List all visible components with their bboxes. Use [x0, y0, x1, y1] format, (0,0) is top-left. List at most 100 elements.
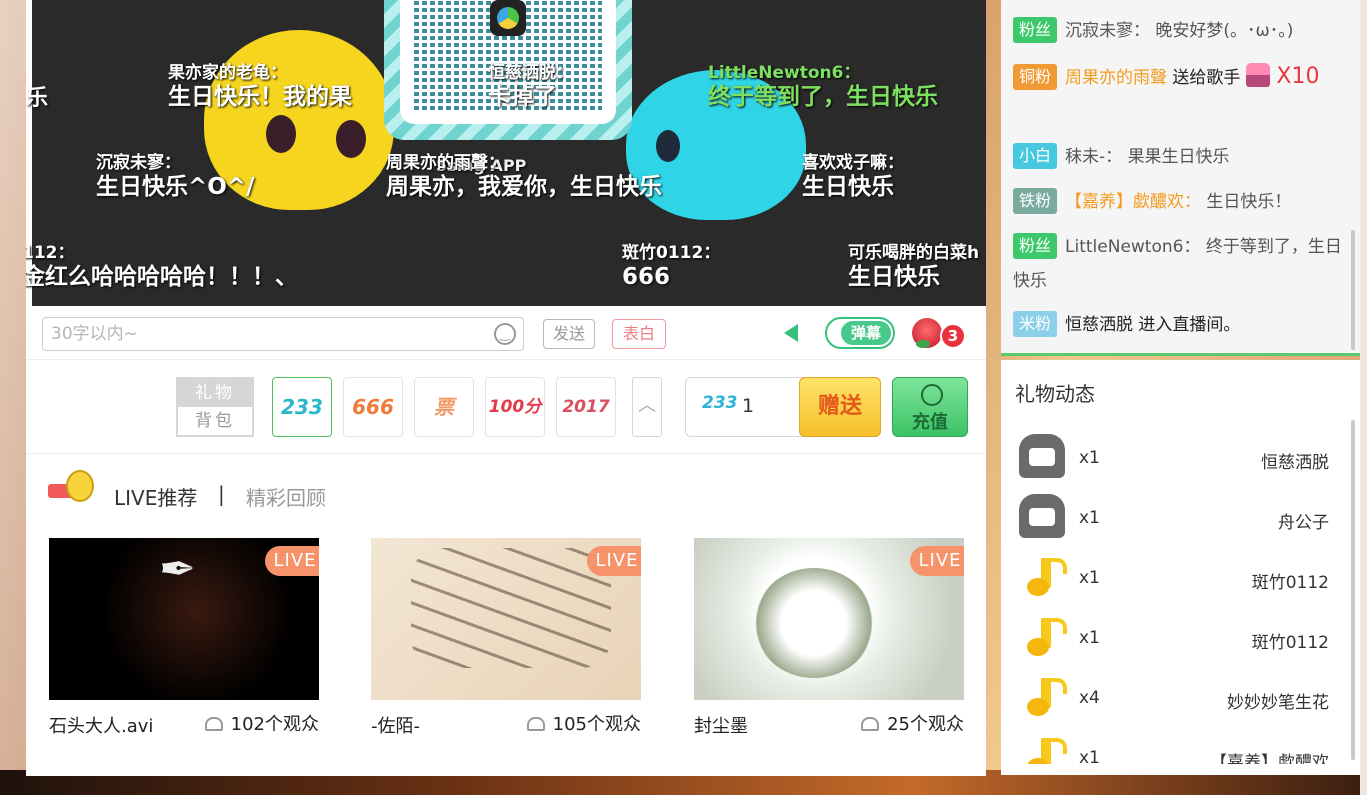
chat-input-bar: ‿ 发送 表白 弹幕 3: [26, 306, 986, 360]
gift-sender[interactable]: 舟公子: [1278, 508, 1329, 533]
emoji-icon[interactable]: ‿: [494, 323, 516, 345]
gift-sender[interactable]: 妙妙妙笔生花: [1227, 688, 1329, 713]
card-thumbnail[interactable]: LIVE: [694, 538, 964, 700]
chat-text: 晚安好梦(。･ω･。): [1155, 21, 1294, 41]
live-card[interactable]: LIVE -佐陌- 105个观众: [371, 538, 641, 737]
live-badge: LIVE: [910, 546, 964, 576]
chat-user[interactable]: 秣未-：: [1065, 147, 1122, 167]
gift-sender[interactable]: 斑竹0112: [1252, 628, 1329, 653]
chat-scrollbar[interactable]: [1351, 230, 1355, 350]
app-logo-icon: [490, 0, 526, 36]
thumbnail-flowers: [754, 568, 874, 678]
mascot-eye: [336, 120, 366, 158]
live-card[interactable]: ✒ LIVE 石头大人.avi 102个观众: [49, 538, 319, 737]
gift-item[interactable]: 100分: [485, 377, 545, 437]
card-viewers: 25个观众: [861, 710, 964, 736]
cake-gift-icon: [1246, 63, 1271, 87]
chat-message: 粉丝 沉寂未寥： 晚安好梦(。･ω･。): [1013, 14, 1343, 48]
gift-sender[interactable]: 斑竹0112: [1252, 568, 1329, 593]
chat-user[interactable]: 沉寂未寥：: [1065, 21, 1150, 41]
quantity-input[interactable]: [742, 395, 792, 417]
gift-feed-row: x1 【嘉养】歔醲欢: [1001, 724, 1341, 764]
chat-panel: 粉丝 沉寂未寥： 晚安好梦(。･ω･。) 铜粉 周果亦的雨聲 送给歌手 X10 小白秣…: [1001, 0, 1360, 356]
recommend-section: LIVE推荐 | 精彩回顾 ✒ LIVE 石头大人.avi 102个观众 LIV…: [26, 454, 986, 776]
sofa-icon: [1019, 434, 1065, 478]
chat-user[interactable]: 【嘉养】歔醲欢：: [1065, 192, 1201, 212]
gift-item[interactable]: 666: [343, 377, 403, 437]
chat-user[interactable]: LittleNewton6：: [1065, 237, 1200, 257]
gift-feed-panel: 礼物动态 x1 恒慈洒脱 x1 舟公子 x1 斑竹0112 x1 斑竹0112 …: [1001, 360, 1360, 775]
gift-bar: 礼物 背包 233 666 票 100分 2017 ︿ 233 赠送 充值: [26, 360, 986, 454]
gift-tabs: 礼物 背包: [176, 377, 254, 437]
card-title[interactable]: -佐陌-: [371, 712, 420, 738]
chat-text: 送给歌手: [1172, 68, 1241, 88]
chat-message: 铁粉 【嘉养】歔醲欢： 生日快乐！: [1013, 185, 1343, 219]
danmaku-item: 112： 金红么哈哈哈哈哈！！！、: [26, 243, 298, 290]
speaker-icon[interactable]: [784, 324, 798, 342]
sofa-icon: [1019, 494, 1065, 538]
tab-replay[interactable]: 精彩回顾: [246, 482, 326, 511]
gift-feed-row: x4 妙妙妙笔生花: [1001, 664, 1341, 724]
confess-button[interactable]: 表白: [612, 319, 666, 349]
tab-backpack[interactable]: 背包: [178, 407, 252, 435]
gift-feed-row: x1 恒慈洒脱: [1001, 424, 1341, 484]
give-button[interactable]: 赠送: [799, 377, 881, 437]
chat-message: 米粉 恒慈洒脱 进入直播间。: [1013, 308, 1343, 342]
recharge-button[interactable]: 充值: [892, 377, 968, 437]
music-note-icon: [1027, 678, 1067, 716]
fan-badge: 粉丝: [1013, 233, 1058, 259]
coin-icon: [921, 384, 943, 406]
card-viewers: 102个观众: [204, 710, 319, 736]
danmaku-edge-text: 乐: [26, 86, 49, 111]
chat-text: 果果生日快乐: [1127, 147, 1230, 167]
live-card[interactable]: LIVE 封尘墨 25个观众: [694, 538, 964, 737]
music-note-icon: [1027, 738, 1067, 764]
music-note-icon: [1027, 558, 1067, 596]
card-title[interactable]: 封尘墨: [694, 712, 748, 738]
danmaku-toggle-label: 弹幕: [841, 321, 891, 345]
danmaku-item: 可乐喝胖的白菜h 生日快乐: [848, 243, 980, 290]
recharge-label: 充值: [912, 412, 948, 433]
card-title[interactable]: 石头大人.avi: [49, 712, 153, 738]
tab-gifts[interactable]: 礼物: [178, 379, 252, 407]
mascot-eye: [266, 115, 296, 153]
gift-count: X10: [1276, 64, 1320, 89]
rose-icon[interactable]: [912, 318, 942, 348]
gift-feed-row: x1 斑竹0112: [1001, 604, 1341, 664]
video-player[interactable]: 5sing APP 乐 果亦家的老龟： 生日快乐！我的果 恒慈洒脱： 卡掉了 Lit…: [26, 0, 986, 306]
viewers-icon: [204, 717, 223, 731]
fan-badge: 铁粉: [1013, 188, 1058, 214]
gift-item[interactable]: 2017: [556, 377, 616, 437]
gift-sender[interactable]: 恒慈洒脱: [1261, 448, 1329, 473]
danmaku-toggle[interactable]: 弹幕: [825, 317, 895, 349]
gift-item[interactable]: 233: [272, 377, 332, 437]
tab-live-recommend[interactable]: LIVE推荐: [114, 482, 197, 511]
thumbnail-calligraphy: [411, 548, 611, 668]
danmaku-item: 喜欢戏子嘛： 生日快乐: [802, 153, 904, 200]
rose-count-badge: 3: [940, 323, 966, 349]
chat-text: 进入直播间。: [1138, 315, 1241, 335]
chat-user[interactable]: 周果亦的雨聲: [1065, 68, 1167, 88]
thumbnail-calligraphy: ✒: [159, 544, 196, 595]
send-button[interactable]: 发送: [543, 319, 595, 349]
selected-gift-icon: 233: [702, 393, 738, 413]
chevron-up-icon[interactable]: ︿: [632, 377, 662, 437]
card-thumbnail[interactable]: LIVE: [371, 538, 641, 700]
gift-feed-row: x1 舟公子: [1001, 484, 1341, 544]
fan-badge: 米粉: [1013, 311, 1058, 337]
chat-user[interactable]: 恒慈洒脱: [1065, 315, 1133, 335]
viewers-icon: [861, 717, 880, 731]
card-thumbnail[interactable]: ✒ LIVE: [49, 538, 319, 700]
gift-sender[interactable]: 【嘉养】歔醲欢: [1210, 748, 1329, 764]
fan-badge: 粉丝: [1013, 17, 1058, 43]
fan-badge: 小白: [1013, 143, 1058, 169]
gift-feed-scrollbar[interactable]: [1351, 420, 1355, 760]
fan-badge: 铜粉: [1013, 64, 1058, 90]
live-badge: LIVE: [265, 546, 319, 576]
chat-input[interactable]: [42, 317, 524, 351]
viewers-icon: [526, 717, 545, 731]
chat-text: 生日快乐！: [1206, 192, 1292, 212]
gift-count: x1: [1079, 748, 1100, 764]
chat-message: 粉丝 LittleNewton6： 终于等到了，生日快乐: [1013, 230, 1343, 298]
gift-item[interactable]: 票: [414, 377, 474, 437]
